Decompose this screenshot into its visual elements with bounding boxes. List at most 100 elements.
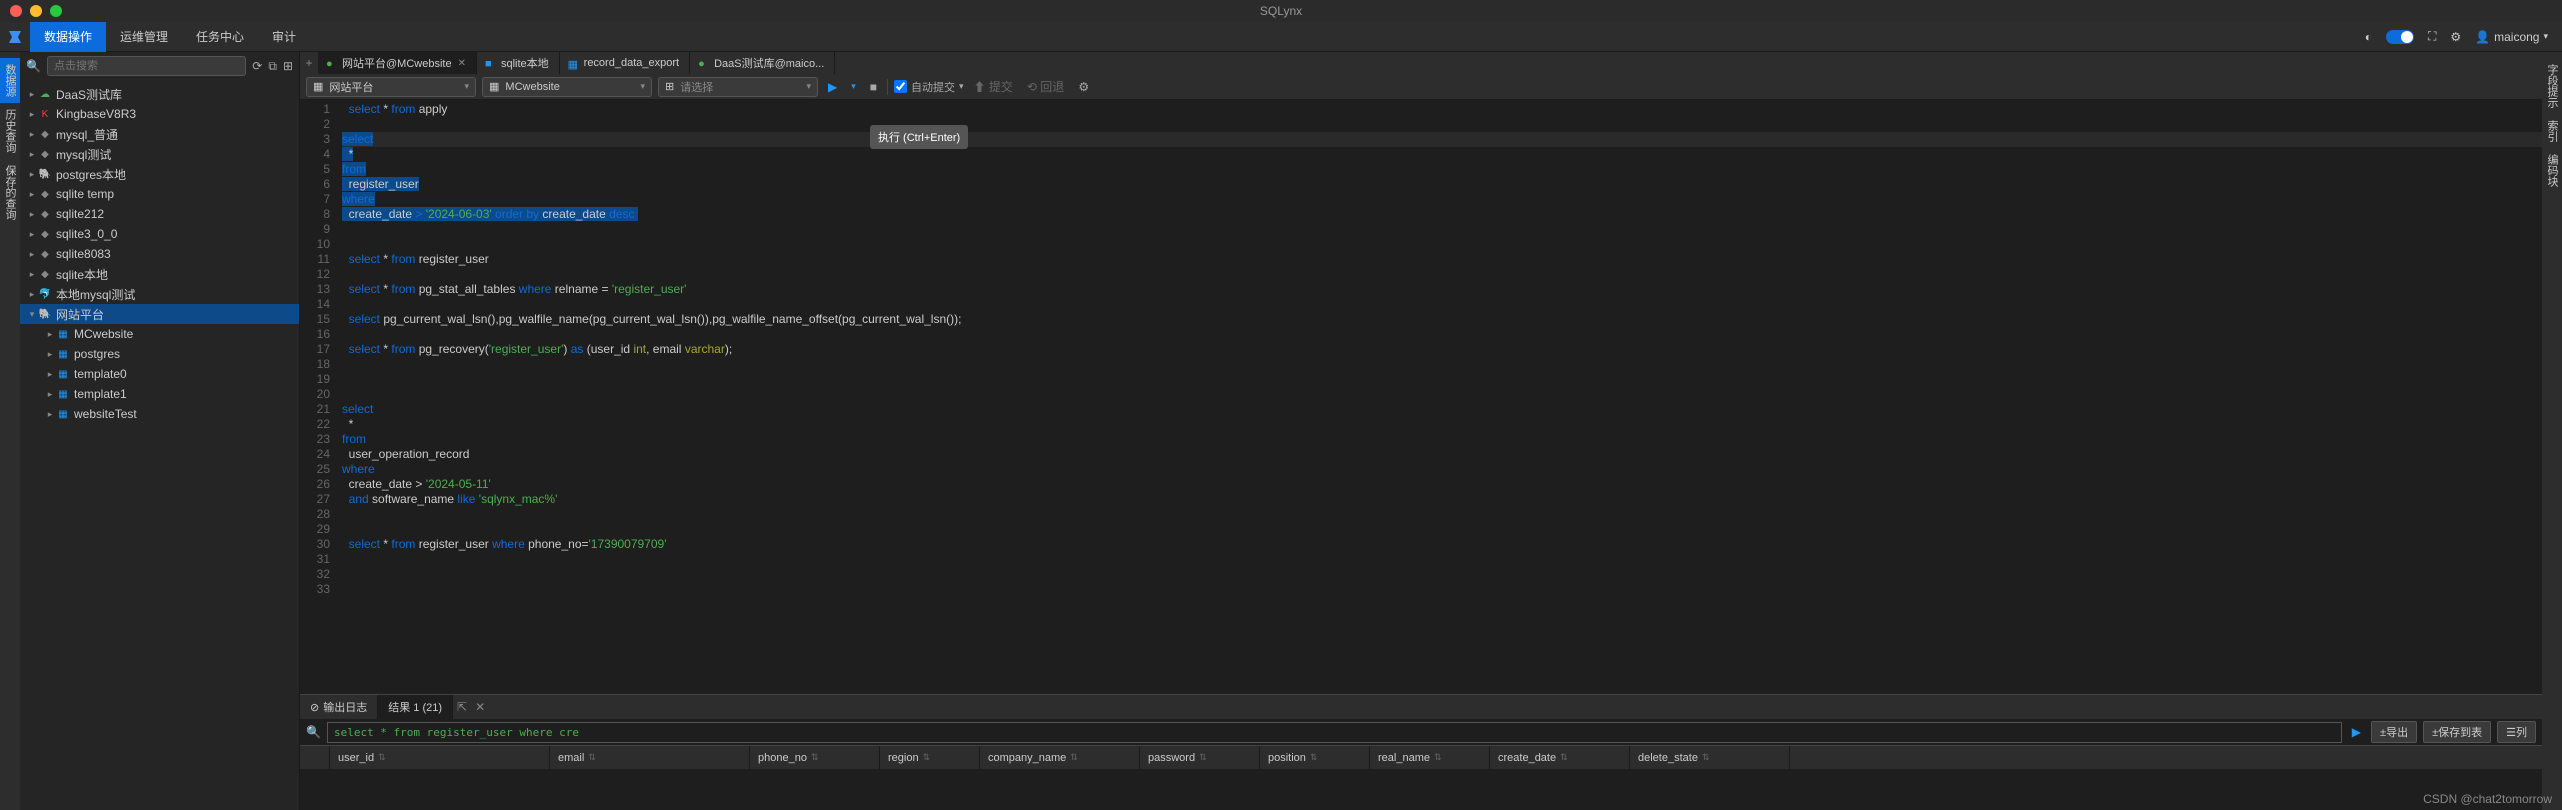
result-tab-1[interactable]: 结果 1 (21) (378, 695, 453, 719)
topbar: 数据操作运维管理任务中心审计 ◐ ⛶ ⚙ 👤 maicong ▾ (0, 22, 2562, 52)
theme-icon[interactable]: ◐ (2365, 30, 2372, 44)
run-tooltip: 执行 (Ctrl+Enter) (870, 125, 968, 149)
menu-1[interactable]: 运维管理 (106, 22, 182, 52)
clone-icon[interactable]: ⧉ (268, 59, 277, 74)
settings-icon[interactable]: ⚙ (2450, 30, 2461, 44)
maximize-window[interactable] (50, 5, 62, 17)
stop-button[interactable]: ■ (866, 80, 881, 94)
export-button[interactable]: ±导出 (2371, 721, 2417, 743)
tree-item-11[interactable]: ▾🐘网站平台 (20, 304, 299, 324)
tree-item-5[interactable]: ▸◆sqlite temp (20, 184, 299, 204)
fullscreen-icon[interactable]: ⛶ (2428, 29, 2436, 44)
tree-item-16[interactable]: ▸▦websiteTest (20, 404, 299, 424)
apply-filter-button[interactable]: ▶ (2348, 725, 2365, 739)
left-rail: 数据源历史查询保存的查询 (0, 52, 20, 810)
col-email[interactable]: email⇅ (550, 746, 750, 769)
right-rail-0[interactable]: 字段提示 (2542, 58, 2562, 114)
results-panel: ⊘输出日志结果 1 (21)⇱✕ 🔍 ▶ ±导出 ±保存到表 ☰列 user_i… (300, 694, 2542, 810)
schema-icon: ⊞ (665, 80, 674, 93)
col-real_name[interactable]: real_name⇅ (1370, 746, 1490, 769)
col-index[interactable] (300, 746, 330, 769)
commit-button[interactable]: ⬆ 提交 (970, 78, 1017, 95)
settings-icon[interactable]: ⚙ (1074, 80, 1093, 94)
menu-3[interactable]: 审计 (258, 22, 310, 52)
tree-item-3[interactable]: ▸◆mysql测试 (20, 144, 299, 164)
close-window[interactable] (10, 5, 22, 17)
close-icon[interactable]: ✕ (471, 700, 489, 714)
main-area: + ●网站平台@MCwebsite✕■sqlite本地▦record_data_… (300, 52, 2542, 810)
database-select[interactable]: ▦MCwebsite▾ (482, 77, 652, 97)
close-tab-icon[interactable]: ✕ (458, 58, 466, 69)
schema-select[interactable]: ⊞请选择▾ (658, 77, 818, 97)
user-name: maicong (2494, 30, 2539, 44)
col-create_date[interactable]: create_date⇅ (1490, 746, 1630, 769)
tree-item-10[interactable]: ▸🐬本地mysql测试 (20, 284, 299, 304)
user-menu[interactable]: 👤 maicong ▾ (2475, 30, 2548, 44)
connection-select[interactable]: ▦网站平台▾ (306, 77, 476, 97)
run-button[interactable]: ▶ (824, 80, 841, 94)
app-title: SQLynx (1260, 4, 1302, 18)
tree-item-6[interactable]: ▸◆sqlite212 (20, 204, 299, 224)
tree-item-4[interactable]: ▸🐘postgres本地 (20, 164, 299, 184)
sidebar: 🔍 ⟳ ⧉ ⊞ ▸☁DaaS测试库▸KKingbaseV8R3▸◆mysql_普… (20, 52, 300, 810)
menu-0[interactable]: 数据操作 (30, 22, 106, 52)
tree-item-14[interactable]: ▸▦template0 (20, 364, 299, 384)
left-rail-0[interactable]: 数据源 (0, 58, 20, 103)
right-rail-1[interactable]: 索引 (2542, 114, 2562, 148)
search-input[interactable] (47, 56, 246, 76)
run-dropdown[interactable]: ▾ (847, 81, 860, 92)
tree-item-12[interactable]: ▸▦MCwebsite (20, 324, 299, 344)
editor-tab-2[interactable]: ▦record_data_export (560, 52, 690, 74)
add-tab-button[interactable]: + (300, 56, 318, 70)
sql-editor[interactable]: 1234567891011121314151617181920212223242… (300, 100, 2542, 694)
watermark: CSDN @chat2tomorrow (2423, 792, 2552, 806)
editor-tab-1[interactable]: ■sqlite本地 (477, 52, 560, 74)
auto-commit-checkbox[interactable]: 自动提交▾ (894, 79, 964, 95)
tree-item-2[interactable]: ▸◆mysql_普通 (20, 124, 299, 144)
col-phone_no[interactable]: phone_no⇅ (750, 746, 880, 769)
rollback-button[interactable]: ⟲ 回退 (1023, 78, 1068, 95)
tree-item-7[interactable]: ▸◆sqlite3_0_0 (20, 224, 299, 244)
col-delete_state[interactable]: delete_state⇅ (1630, 746, 1790, 769)
expand-icon[interactable]: ⊞ (283, 59, 293, 73)
minimize-window[interactable] (30, 5, 42, 17)
user-icon: 👤 (2475, 30, 2490, 44)
db-icon: ▦ (313, 80, 323, 93)
result-filter-input[interactable] (327, 722, 2342, 743)
refresh-icon[interactable]: ⟳ (252, 59, 262, 73)
save-to-table-button[interactable]: ±保存到表 (2423, 721, 2491, 743)
tree-item-15[interactable]: ▸▦template1 (20, 384, 299, 404)
left-rail-1[interactable]: 历史查询 (0, 103, 20, 159)
left-rail-2[interactable]: 保存的查询 (0, 159, 20, 226)
col-region[interactable]: region⇅ (880, 746, 980, 769)
db-tree: ▸☁DaaS测试库▸KKingbaseV8R3▸◆mysql_普通▸◆mysql… (20, 80, 299, 810)
right-rail-2[interactable]: 编码块 (2542, 148, 2562, 193)
query-toolbar: ▦网站平台▾ ▦MCwebsite▾ ⊞请选择▾ ▶ ▾ ■ 自动提交▾ ⬆ 提… (300, 74, 2542, 100)
result-tab-0[interactable]: ⊘输出日志 (300, 695, 378, 719)
col-company_name[interactable]: company_name⇅ (980, 746, 1140, 769)
menu-2[interactable]: 任务中心 (182, 22, 258, 52)
editor-tab-3[interactable]: ●DaaS测试库@maico... (690, 52, 835, 74)
chevron-down-icon: ▾ (2543, 31, 2548, 42)
traffic-lights (0, 5, 62, 17)
tree-item-0[interactable]: ▸☁DaaS测试库 (20, 84, 299, 104)
pin-icon[interactable]: ⇱ (453, 700, 471, 714)
result-table: user_id⇅email⇅phone_no⇅region⇅company_na… (300, 745, 2542, 810)
search-icon: 🔍 (306, 725, 321, 739)
titlebar: SQLynx (0, 0, 2562, 22)
db-icon: ▦ (489, 80, 499, 93)
col-position[interactable]: position⇅ (1260, 746, 1370, 769)
result-tabs: ⊘输出日志结果 1 (21)⇱✕ (300, 695, 2542, 719)
right-rail: 字段提示索引编码块 (2542, 52, 2562, 810)
tree-item-13[interactable]: ▸▦postgres (20, 344, 299, 364)
app-logo-icon (0, 22, 30, 52)
col-user_id[interactable]: user_id⇅ (330, 746, 550, 769)
tree-item-9[interactable]: ▸◆sqlite本地 (20, 264, 299, 284)
tree-item-1[interactable]: ▸KKingbaseV8R3 (20, 104, 299, 124)
editor-tab-0[interactable]: ●网站平台@MCwebsite✕ (318, 52, 477, 74)
tree-item-8[interactable]: ▸◆sqlite8083 (20, 244, 299, 264)
theme-toggle[interactable] (2386, 30, 2414, 44)
col-password[interactable]: password⇅ (1140, 746, 1260, 769)
search-icon: 🔍 (26, 59, 41, 73)
columns-button[interactable]: ☰列 (2497, 721, 2536, 743)
